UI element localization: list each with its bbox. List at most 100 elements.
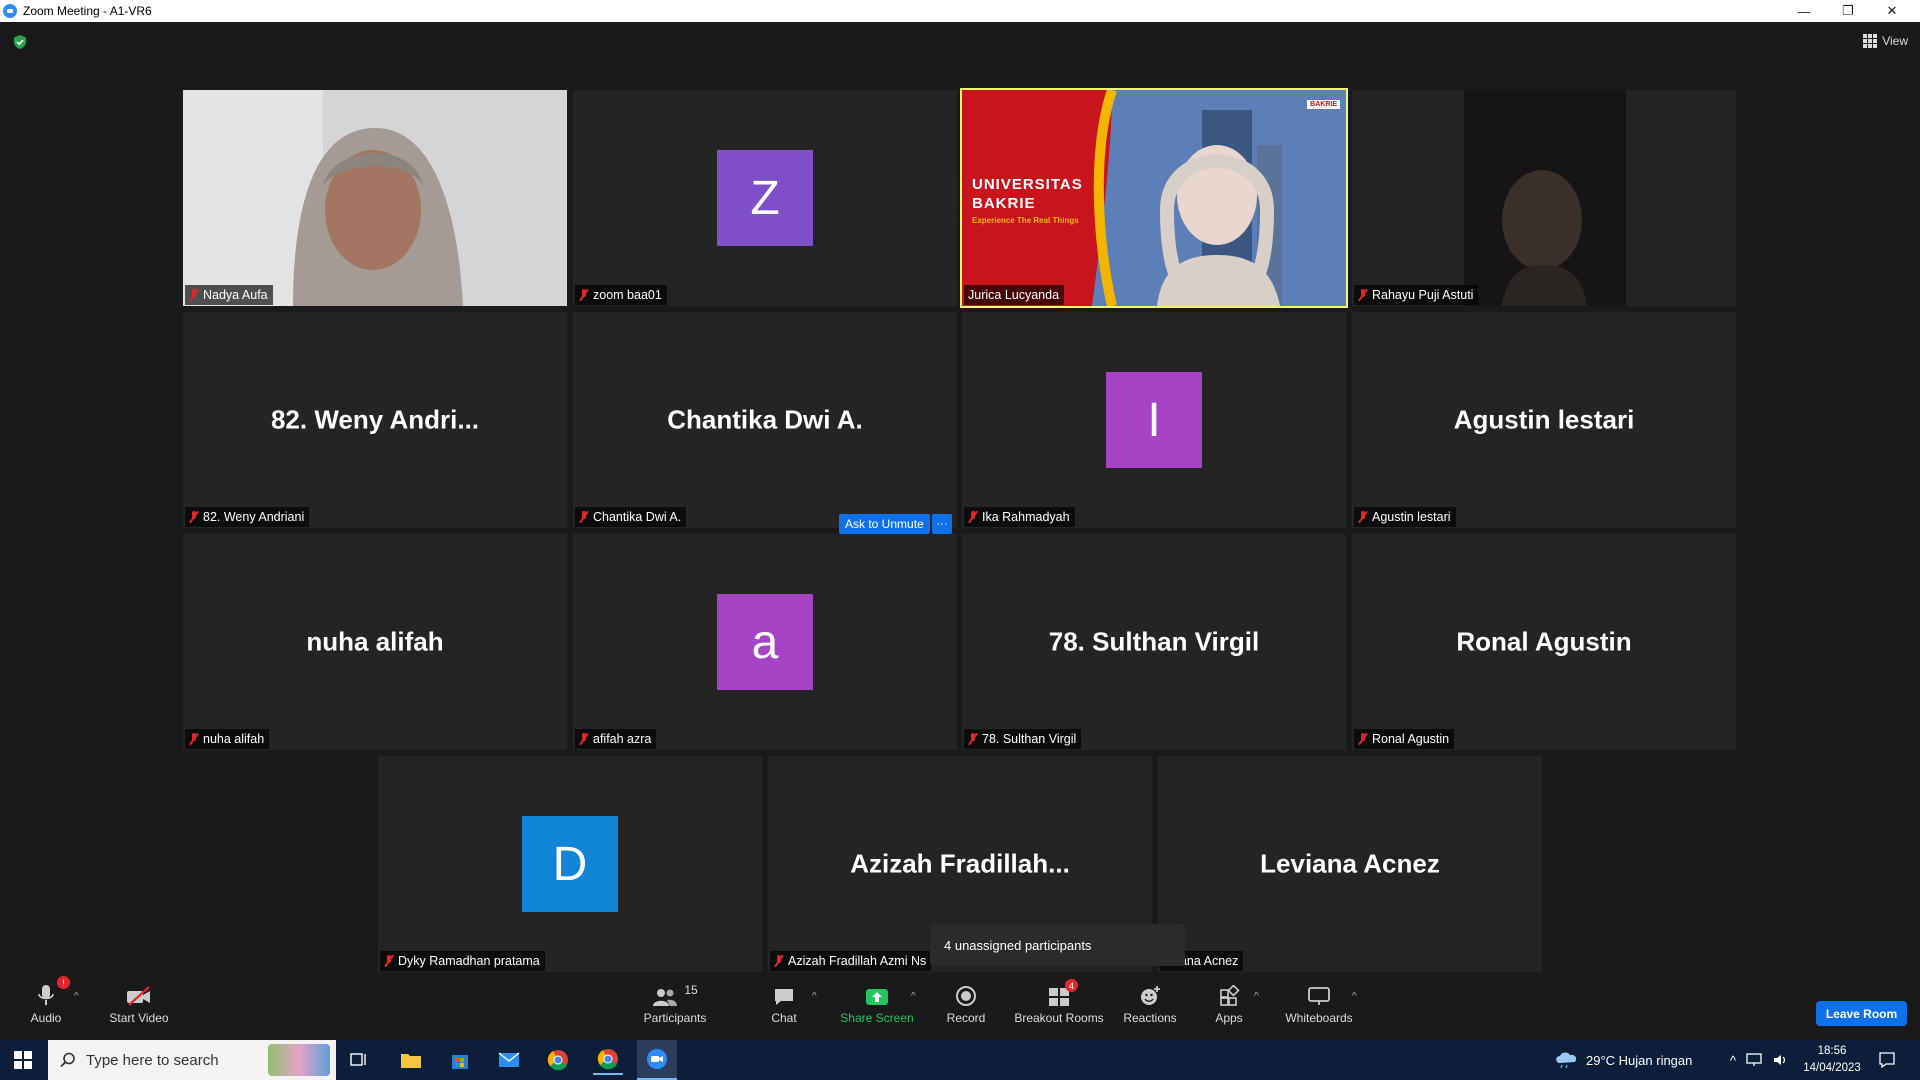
chrome-profile-icon[interactable] [593,1045,623,1075]
share-screen-icon [866,989,888,1005]
audio-label: Audio [30,1011,62,1025]
weather-text: 29°C Hujan ringan [1586,1052,1693,1068]
ask-to-unmute-button[interactable]: Ask to Unmute [839,514,930,534]
muted-mic-icon [189,511,199,523]
close-button[interactable]: ✕ [1870,0,1914,22]
video-tile-jurica-active-speaker[interactable]: UNIVERSITAS BAKRIE Experience The Real T… [960,88,1348,308]
minimize-button[interactable]: — [1782,0,1826,22]
encryption-shield-icon[interactable] [12,34,28,50]
participant-name-label: nuha alifah [185,729,270,749]
participant-name: Chantika Dwi A. [593,510,682,524]
participant-name-label: afifah azra [575,729,657,749]
windows-start-icon[interactable] [8,1045,38,1075]
mail-icon[interactable] [494,1045,524,1075]
video-tile-nuha[interactable]: nuha alifah nuha alifah [183,534,567,750]
task-view-icon[interactable] [344,1045,374,1075]
breakout-rooms-button[interactable]: 4 Breakout Rooms [1014,977,1104,1040]
view-label: View [1882,34,1908,48]
more-options-button[interactable]: ··· [932,514,952,534]
video-tile-dyky[interactable]: D Dyky Ramadhan pratama [378,756,762,972]
participant-avatar: Z [717,150,813,246]
video-tile-leviana[interactable]: Leviana Acnez eviana Acnez [1158,756,1542,972]
participant-name-label: 78. Sulthan Virgil [964,729,1082,749]
video-tile-agustin[interactable]: Agustin lestari Agustin lestari [1352,312,1736,528]
muted-mic-icon [1358,733,1368,745]
record-button[interactable]: Record [946,977,986,1040]
participant-name-label: Agustin lestari [1354,507,1456,527]
video-off-icon [127,986,150,1006]
volume-icon[interactable] [1772,1053,1788,1067]
network-icon[interactable] [1746,1053,1762,1067]
view-button[interactable]: View [1863,34,1908,48]
video-tile-sulthan[interactable]: 78. Sulthan Virgil 78. Sulthan Virgil [962,534,1346,750]
participant-name: 78. Sulthan Virgil [982,732,1077,746]
reactions-label: Reactions [1123,1011,1177,1025]
slide-tagline: Experience The Real Things [972,216,1079,225]
audio-button[interactable]: ! Audio [25,976,70,1040]
participants-button[interactable]: 15 Participants [638,977,712,1040]
restore-button[interactable]: ❐ [1826,0,1870,22]
camera-feed-image [1352,90,1736,306]
muted-mic-icon [189,733,199,745]
taskbar-search-box[interactable]: Type here to search [48,1040,336,1080]
muted-mic-icon [1358,511,1368,523]
zoom-taskbar-icon[interactable] [637,1040,677,1080]
participant-display-name: nuha alifah [306,626,444,657]
share-options-caret[interactable]: ^ [911,991,916,1002]
video-tile-nadya[interactable]: Nadya Aufa [183,90,567,306]
rain-cloud-icon [1556,1052,1577,1069]
participant-name-label: Dyky Ramadhan pratama [380,951,545,971]
participant-name: Nadya Aufa [203,288,268,302]
reactions-button[interactable]: Reactions [1122,977,1178,1040]
slide-logo: BAKRIE [1307,100,1340,109]
video-tile-ronal[interactable]: Ronal Agustin Ronal Agustin [1352,534,1736,750]
system-tray[interactable]: ^ [1730,1040,1788,1080]
share-screen-button[interactable]: Share Screen [838,977,916,1040]
participant-name: 82. Weny Andriani [203,510,305,524]
share-screen-label: Share Screen [840,1011,914,1025]
participant-name: Jurica Lucyanda [968,288,1060,302]
video-tile-weny[interactable]: 82. Weny Andri... 82. Weny Andriani [183,312,567,528]
participant-display-name: 82. Weny Andri... [270,404,480,435]
notifications-icon[interactable] [1872,1045,1902,1075]
whiteboards-button[interactable]: Whiteboards [1280,977,1358,1040]
chrome-icon[interactable] [543,1045,573,1075]
participant-name: Ronal Agustin [1372,732,1450,746]
whiteboards-options-caret[interactable]: ^ [1352,991,1357,1002]
audio-options-caret[interactable]: ^ [74,991,79,1002]
slide-title-line1: UNIVERSITAS [972,176,1083,193]
leave-room-button[interactable]: Leave Room [1816,1001,1907,1026]
video-tile-zoom-baa01[interactable]: Z zoom baa01 [573,90,957,306]
record-label: Record [946,1011,986,1025]
participant-name-label: Chantika Dwi A. [575,507,687,527]
participants-count: 15 [684,983,698,997]
participant-avatar: a [717,594,813,690]
participant-name: Dyky Ramadhan pratama [398,954,540,968]
participant-display-name: Agustin lestari [1453,404,1635,435]
participant-name: Azizah Fradillah Azmi Ns [788,954,927,968]
video-tile-ika[interactable]: I Ika Rahmadyah [962,312,1346,528]
video-tile-rahayu[interactable]: Rahayu Puji Astuti [1352,90,1736,306]
meeting-toolbar: ! Audio ^ Start Video 15 Participants Ch… [0,976,1920,1040]
whiteboard-icon [1308,987,1330,1005]
participant-name-label: Rahayu Puji Astuti [1354,285,1479,305]
file-explorer-icon[interactable] [396,1045,426,1075]
start-video-button[interactable]: Start Video [104,977,174,1040]
apps-options-caret[interactable]: ^ [1254,991,1259,1002]
microsoft-store-icon[interactable] [445,1045,475,1075]
video-tile-chantika[interactable]: Chantika Dwi A. Chantika Dwi A. [573,312,957,528]
chevron-up-icon[interactable]: ^ [1730,1053,1736,1068]
participants-icon [653,989,678,1006]
video-tile-afifah[interactable]: a afifah azra [573,534,957,750]
participant-name-label: Azizah Fradillah Azmi Ns [770,951,932,971]
clock-date: 14/04/2023 [1803,1062,1861,1074]
participant-name-label: zoom baa01 [575,285,667,305]
weather-widget[interactable]: 29°C Hujan ringan [1554,1040,1692,1080]
taskbar-clock[interactable]: 18:56 14/04/2023 [1800,1043,1864,1077]
participant-name-label: 82. Weny Andriani [185,507,310,527]
apps-button[interactable]: Apps [1209,977,1249,1040]
camera-feed-image [183,90,567,306]
chat-button[interactable]: Chat [764,977,804,1040]
chat-options-caret[interactable]: ^ [812,991,817,1002]
window-title: Zoom Meeting - A1-VR6 [23,4,152,18]
